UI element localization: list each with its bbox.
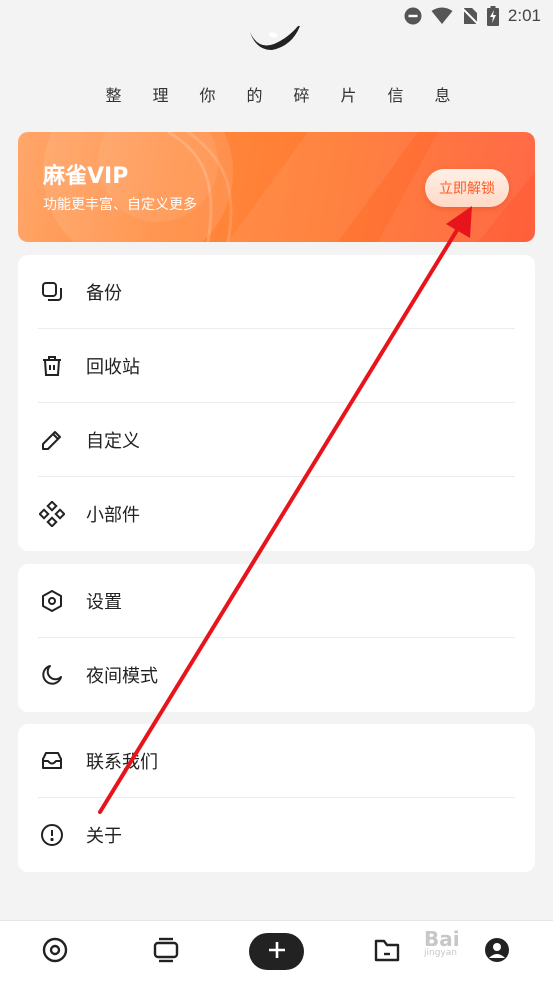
menu-item-widgets[interactable]: 小部件 bbox=[18, 477, 535, 551]
cards-icon[interactable] bbox=[151, 935, 181, 965]
watermark-sub: jingyan bbox=[424, 948, 457, 958]
vip-title: 麻雀VIP bbox=[43, 164, 129, 189]
trash-icon bbox=[39, 353, 65, 379]
menu-item-label: 关于 bbox=[86, 826, 122, 847]
profile-icon[interactable] bbox=[482, 935, 512, 965]
menu-card-primary: 备份 回收站 自定义 小部件 bbox=[18, 255, 535, 551]
app-tagline: 整理你的碎片信息 bbox=[105, 86, 482, 105]
menu-item-label: 夜间模式 bbox=[86, 666, 158, 687]
menu-item-label: 小部件 bbox=[86, 505, 140, 526]
pencil-icon bbox=[39, 427, 65, 453]
menu-item-night-mode[interactable]: 夜间模式 bbox=[18, 638, 535, 712]
settings-icon bbox=[39, 588, 65, 614]
folder-icon[interactable] bbox=[372, 935, 402, 965]
menu-item-label: 设置 bbox=[86, 592, 122, 613]
menu-item-label: 自定义 bbox=[86, 431, 140, 452]
menu-item-recycle-bin[interactable]: 回收站 bbox=[18, 329, 535, 403]
menu-card-about: 联系我们 关于 bbox=[18, 724, 535, 872]
app-logo bbox=[250, 26, 300, 50]
inbox-icon bbox=[39, 748, 65, 774]
vip-banner[interactable]: 麻雀VIP 功能更丰富、自定义更多 立即解锁 bbox=[18, 132, 535, 242]
menu-item-label: 备份 bbox=[86, 283, 122, 304]
add-button[interactable] bbox=[249, 933, 304, 970]
info-icon bbox=[39, 822, 65, 848]
menu-item-settings[interactable]: 设置 bbox=[18, 564, 535, 638]
no-sim-icon bbox=[461, 7, 478, 25]
wifi-icon bbox=[431, 7, 453, 25]
clock: 2:01 bbox=[507, 6, 541, 25]
record-icon[interactable] bbox=[40, 935, 70, 965]
baidu-watermark: Bai jingyan bbox=[424, 927, 460, 958]
moon-icon bbox=[39, 662, 65, 688]
widget-icon bbox=[39, 501, 65, 527]
vip-subtitle: 功能更丰富、自定义更多 bbox=[43, 197, 197, 213]
backup-icon bbox=[39, 279, 65, 305]
do-not-disturb-icon bbox=[404, 7, 422, 25]
menu-item-customize[interactable]: 自定义 bbox=[18, 403, 535, 477]
add-icon bbox=[267, 940, 287, 964]
menu-item-backup[interactable]: 备份 bbox=[18, 255, 535, 329]
bottom-nav: Bai jingyan bbox=[0, 920, 553, 983]
menu-item-contact-us[interactable]: 联系我们 bbox=[18, 724, 535, 798]
menu-item-label: 回收站 bbox=[86, 357, 140, 378]
menu-item-label: 联系我们 bbox=[86, 752, 158, 773]
battery-charging-icon bbox=[486, 6, 499, 26]
menu-item-about[interactable]: 关于 bbox=[18, 798, 535, 872]
unlock-button[interactable]: 立即解锁 bbox=[425, 169, 509, 207]
menu-card-settings: 设置 夜间模式 bbox=[18, 564, 535, 712]
